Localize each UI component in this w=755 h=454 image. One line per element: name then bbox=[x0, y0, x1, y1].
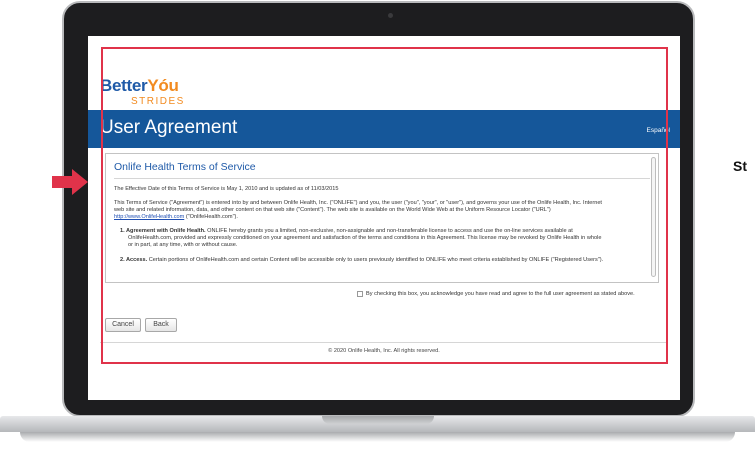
cropped-heading: St bbox=[733, 158, 747, 174]
slide: BetterYóu STRIDES User Agreement Español… bbox=[0, 0, 755, 454]
camera-dot bbox=[388, 13, 393, 18]
highlight-frame bbox=[101, 47, 668, 364]
pointer-arrow-icon bbox=[52, 169, 88, 195]
laptop-shadow bbox=[20, 432, 735, 442]
laptop-notch bbox=[322, 416, 434, 424]
